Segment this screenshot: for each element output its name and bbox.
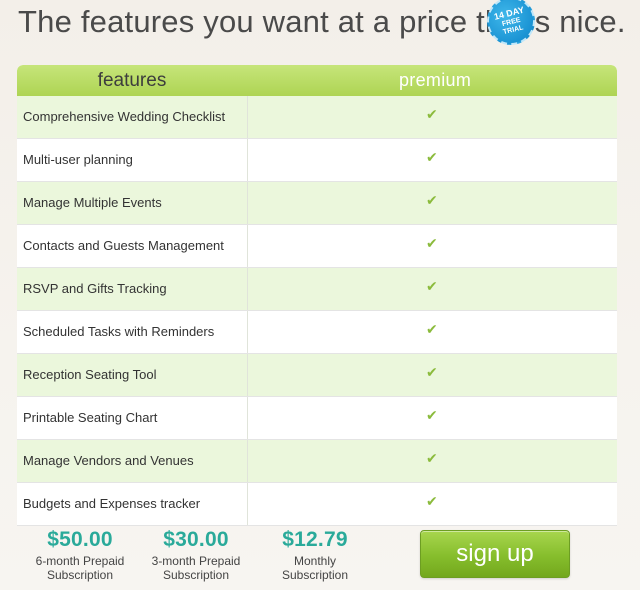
- plan-6-month[interactable]: $50.00 6-month Prepaid Subscription: [21, 528, 139, 582]
- pricing-section: $50.00 6-month Prepaid Subscription $30.…: [17, 528, 617, 588]
- feature-label: Comprehensive Wedding Checklist: [23, 109, 226, 124]
- feature-row: RSVP and Gifts Tracking ✔: [17, 268, 617, 311]
- plan-price: $12.79: [282, 528, 348, 551]
- check-icon: ✔: [426, 236, 438, 252]
- feature-label: Manage Vendors and Venues: [23, 453, 194, 468]
- feature-label: Manage Multiple Events: [23, 195, 162, 210]
- check-icon: ✔: [426, 322, 438, 338]
- feature-label: Contacts and Guests Management: [23, 238, 224, 253]
- plan-desc-line: Subscription: [46, 568, 114, 582]
- check-icon: ✔: [426, 279, 438, 295]
- check-icon: ✔: [426, 365, 438, 381]
- feature-row: Printable Seating Chart ✔: [17, 397, 617, 440]
- feature-row: Manage Multiple Events ✔: [17, 182, 617, 225]
- plan-monthly[interactable]: $12.79 Monthly Subscription: [257, 528, 373, 582]
- plan-desc-line: Monthly: [293, 554, 337, 568]
- free-trial-badge: 14 DAY FREE TRIAL: [481, 0, 541, 51]
- feature-row: Manage Vendors and Venues ✔: [17, 440, 617, 483]
- plan-description: 3-month Prepaid Subscription: [137, 554, 255, 582]
- feature-label: Multi-user planning: [23, 152, 133, 167]
- feature-label: Reception Seating Tool: [23, 367, 157, 382]
- plan-description: 6-month Prepaid Subscription: [21, 554, 139, 582]
- plan-3-month[interactable]: $30.00 3-month Prepaid Subscription: [137, 528, 255, 582]
- sign-up-button[interactable]: sign up: [420, 530, 570, 578]
- features-column-header: features: [97, 70, 167, 91]
- check-icon: ✔: [426, 494, 438, 510]
- plan-desc-line: Subscription: [162, 568, 230, 582]
- feature-row: Multi-user planning ✔: [17, 139, 617, 182]
- plan-price: $30.00: [163, 528, 229, 551]
- check-icon: ✔: [426, 150, 438, 166]
- feature-label: RSVP and Gifts Tracking: [23, 281, 167, 296]
- feature-row: Comprehensive Wedding Checklist ✔: [17, 96, 617, 139]
- plan-desc-line: 6-month Prepaid: [35, 554, 125, 568]
- feature-label: Scheduled Tasks with Reminders: [23, 324, 215, 339]
- feature-row: Budgets and Expenses tracker ✔: [17, 483, 617, 526]
- plan-desc-line: Subscription: [281, 568, 349, 582]
- table-header: features premium: [17, 65, 617, 96]
- feature-label: Budgets and Expenses tracker: [23, 496, 201, 511]
- feature-label: Printable Seating Chart: [23, 410, 158, 425]
- plan-price: $50.00: [47, 528, 113, 551]
- feature-row: Reception Seating Tool ✔: [17, 354, 617, 397]
- plan-description: Monthly Subscription: [257, 554, 373, 582]
- plan-desc-line: 3-month Prepaid: [151, 554, 241, 568]
- check-icon: ✔: [426, 107, 438, 123]
- check-icon: ✔: [426, 193, 438, 209]
- check-icon: ✔: [426, 408, 438, 424]
- features-table: features premium Comprehensive Wedding C…: [17, 65, 617, 526]
- feature-row: Contacts and Guests Management ✔: [17, 225, 617, 268]
- check-icon: ✔: [426, 451, 438, 467]
- feature-row: Scheduled Tasks with Reminders ✔: [17, 311, 617, 354]
- premium-column-header: premium: [399, 70, 472, 90]
